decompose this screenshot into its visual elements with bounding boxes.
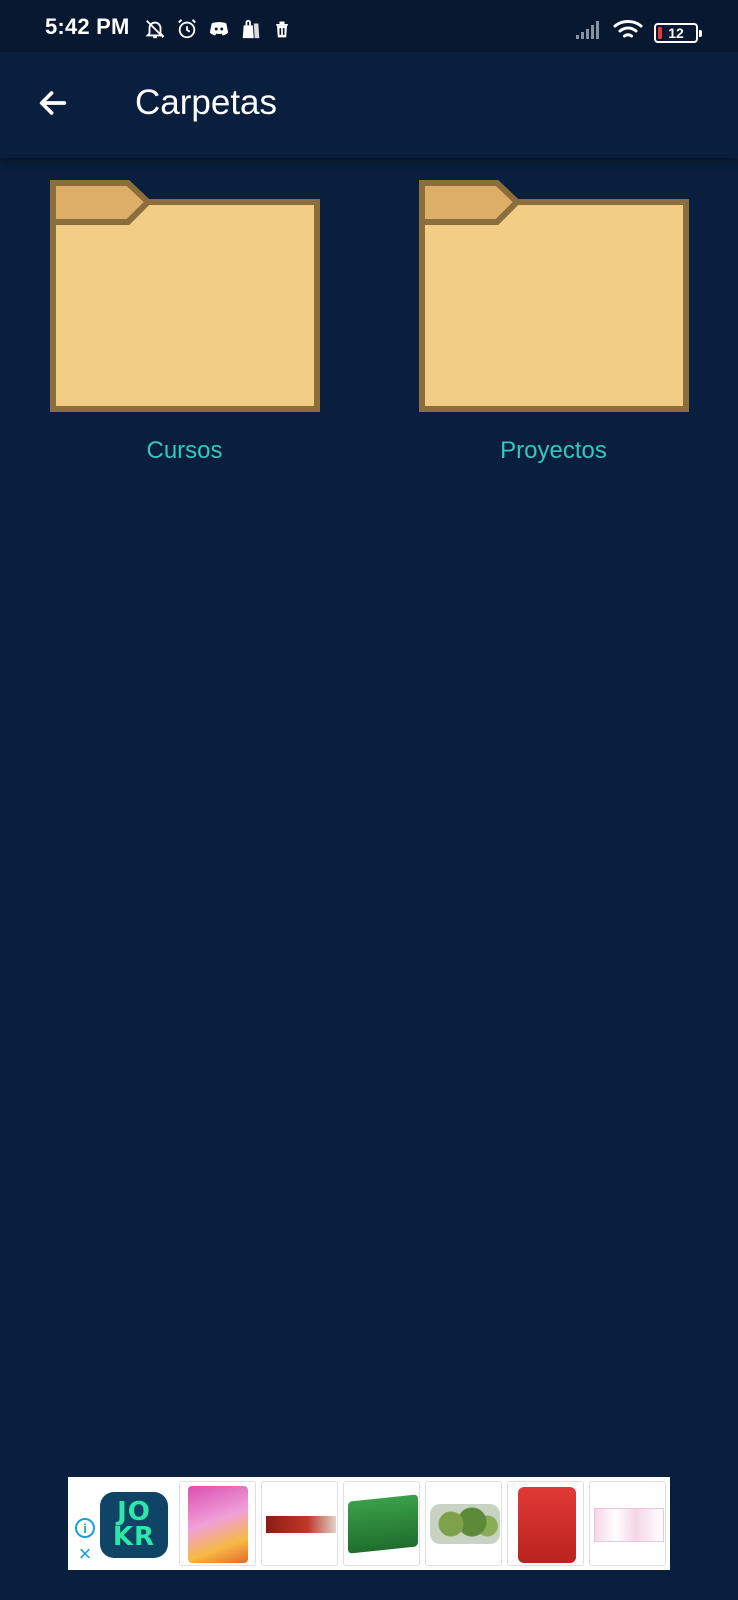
product-gomitas[interactable] bbox=[179, 1481, 256, 1566]
wifi-icon bbox=[612, 18, 644, 47]
ad-banner[interactable]: i × JO KR bbox=[68, 1477, 670, 1570]
back-button[interactable] bbox=[28, 80, 78, 130]
folder-item-proyectos[interactable]: Proyectos bbox=[369, 180, 738, 465]
notifications-off-icon bbox=[144, 18, 166, 40]
status-icons-left bbox=[144, 18, 292, 40]
shopping-bag-icon bbox=[240, 18, 262, 40]
battery-fill bbox=[658, 26, 662, 39]
battery-icon: 12 bbox=[654, 22, 702, 43]
folder-item-cursos[interactable]: Cursos bbox=[0, 180, 369, 465]
ad-products bbox=[179, 1481, 666, 1566]
folder-icon bbox=[49, 180, 320, 412]
folder-grid: Cursos Proyectos bbox=[0, 180, 738, 465]
page-title: Carpetas bbox=[135, 83, 278, 122]
product-field[interactable] bbox=[507, 1481, 584, 1566]
battery-level: 12 bbox=[668, 24, 684, 41]
product-pilsen[interactable] bbox=[343, 1481, 420, 1566]
app-bar: Carpetas bbox=[0, 52, 738, 158]
screen: 5:42 PM 12 Carpetas Cursos Proyectos i ×… bbox=[0, 0, 738, 1600]
product-tissue[interactable] bbox=[589, 1481, 666, 1566]
product-fondo[interactable] bbox=[261, 1481, 338, 1566]
status-time: 5:42 PM bbox=[45, 14, 130, 39]
trash-icon bbox=[272, 18, 292, 40]
folder-label: Proyectos bbox=[500, 437, 607, 464]
product-broccoli[interactable] bbox=[425, 1481, 502, 1566]
status-icons-right: 12 bbox=[574, 18, 702, 47]
arrow-left-icon bbox=[36, 86, 70, 125]
ad-info-icon[interactable]: i bbox=[75, 1518, 95, 1538]
ad-close-icon[interactable]: × bbox=[79, 1543, 92, 1565]
status-bar: 5:42 PM 12 bbox=[0, 0, 738, 52]
discord-icon bbox=[208, 18, 230, 40]
signal-icon bbox=[574, 20, 602, 45]
ad-controls: i × bbox=[71, 1477, 99, 1570]
folder-label: Cursos bbox=[146, 437, 223, 464]
ad-logo[interactable]: JO KR bbox=[100, 1492, 168, 1558]
alarm-icon bbox=[176, 18, 198, 40]
ad-logo-line2: KR bbox=[112, 1522, 156, 1552]
folder-icon bbox=[418, 180, 689, 412]
